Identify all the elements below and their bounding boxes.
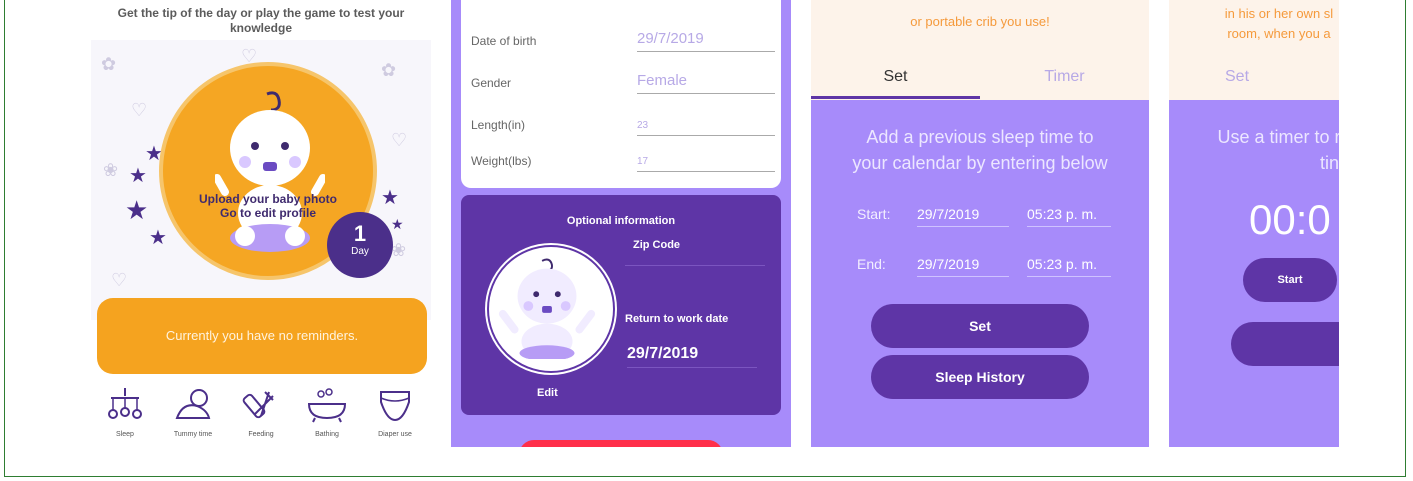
baby-info-card: Date of birth 29/7/2019 Gender Female Le…	[461, 0, 781, 188]
set-button[interactable]: Set	[871, 304, 1089, 348]
return-to-work-label: Return to work date	[625, 313, 729, 325]
field-label: Date of birth	[471, 34, 537, 48]
nav-tummy-time[interactable]: Tummy time	[163, 386, 223, 439]
tab-set[interactable]: Set	[1225, 68, 1249, 86]
sleep-history-button[interactable]: Sleep History	[871, 355, 1089, 399]
nav-label: Tummy time	[173, 431, 213, 438]
field-value[interactable]: 17	[637, 156, 775, 172]
star-icon: ★	[129, 165, 147, 187]
timer-instruction: Use a timer to r tin	[1169, 124, 1339, 176]
nav-diaper[interactable]: Diaper use	[365, 386, 425, 439]
nav-label: Feeding	[248, 431, 274, 438]
start-timer-button[interactable]: Start	[1243, 258, 1337, 302]
instruction-line-2: tin	[1319, 153, 1339, 173]
start-label: Start:	[857, 206, 891, 222]
heart-icon: ♡	[111, 270, 128, 290]
return-to-work-date[interactable]: 29/7/2019	[627, 345, 757, 368]
top-message-area: in his or her own sl room, when you a	[1169, 0, 1339, 58]
field-label: Weight(lbs)	[471, 154, 532, 168]
bathtub-icon	[307, 388, 347, 423]
field-label: Gender	[471, 76, 512, 90]
end-time-input[interactable]: 05:23 p. m.	[1027, 256, 1111, 277]
start-date-input[interactable]: 29/7/2019	[917, 206, 1009, 227]
field-value[interactable]: 29/7/2019	[637, 30, 775, 52]
tab-set[interactable]: Set	[811, 68, 980, 86]
flower-icon: ❀	[391, 240, 407, 260]
home-screen: Get the tip of the day or play the game …	[91, 0, 431, 447]
field-value[interactable]: Female	[637, 72, 775, 94]
bottle-icon: ♡	[131, 100, 148, 120]
sleep-instruction: Add a previous sleep time to your calend…	[811, 124, 1149, 176]
top-message-text: or portable crib you use!	[910, 14, 1050, 29]
nav-label: Sleep	[116, 431, 134, 438]
reminders-card[interactable]: Currently you have no reminders.	[97, 298, 427, 374]
field-length[interactable]: Length(in) 23	[471, 118, 775, 148]
active-tab-indicator	[811, 96, 980, 99]
upload-line-1: Upload your baby photo	[199, 192, 337, 206]
star-icon: ★	[149, 227, 167, 249]
sleep-timer-screen: in his or her own sl room, when you a Se…	[1169, 0, 1339, 447]
tab-timer[interactable]: Timer	[980, 68, 1149, 86]
instruction-line-2: your calendar by entering below	[852, 153, 1108, 173]
timer-display: 00:0	[1249, 196, 1331, 243]
field-label: Length(in)	[471, 118, 526, 132]
optional-info-title: Optional information	[566, 215, 676, 227]
heart-icon: ♡	[391, 130, 408, 150]
baby-crawl-icon	[175, 389, 211, 419]
start-time-input[interactable]: 05:23 p. m.	[1027, 206, 1111, 227]
nav-sleep[interactable]: Sleep	[95, 386, 155, 439]
avatar[interactable]	[489, 247, 613, 371]
zip-code-input[interactable]	[625, 265, 765, 266]
optional-info-card: Optional information Zip Code Return to	[461, 195, 781, 415]
field-date-of-birth[interactable]: Date of birth 29/7/2019	[471, 30, 775, 64]
edit-photo-link[interactable]: Edit	[537, 387, 558, 399]
instruction-line-1: Add a previous sleep time to	[866, 127, 1094, 147]
nav-bathing[interactable]: Bathing	[297, 386, 357, 439]
secondary-timer-button[interactable]	[1231, 322, 1339, 366]
tip-of-day-text[interactable]: Get the tip of the day or play the game …	[91, 6, 431, 36]
rattle-icon: ✿	[381, 60, 397, 80]
flower-icon: ❀	[103, 160, 119, 180]
day-counter-badge: 1 Day	[327, 212, 393, 278]
red-action-button[interactable]	[519, 440, 723, 447]
tab-bar: Set Timer	[811, 58, 1149, 100]
bottle-icon	[242, 391, 274, 419]
field-gender[interactable]: Gender Female	[471, 72, 775, 106]
nav-label: Bathing	[315, 431, 339, 438]
tab-bar: Set	[1169, 58, 1339, 100]
nav-label: Diaper use	[378, 431, 412, 438]
zip-code-label: Zip Code	[633, 239, 681, 251]
top-message-line-1: in his or her own sl	[1224, 6, 1334, 21]
field-value[interactable]: 23	[637, 120, 775, 136]
star-icon: ★	[125, 195, 149, 225]
baby-avatar-icon	[498, 258, 596, 361]
end-label: End:	[857, 256, 886, 272]
sleep-set-screen: or portable crib you use! Set Timer Add …	[811, 0, 1149, 447]
mobile-icon	[108, 388, 142, 419]
upload-photo-label: Upload your baby photo Go to edit profil…	[163, 192, 373, 220]
day-number: 1	[353, 221, 367, 246]
top-message-line-2: room, when you a	[1227, 26, 1331, 41]
rattle-icon: ✿	[101, 54, 117, 74]
profile-screen: Date of birth 29/7/2019 Gender Female Le…	[451, 0, 791, 447]
cut-off-line	[811, 0, 1149, 12]
field-weight[interactable]: Weight(lbs) 17	[471, 154, 775, 184]
top-message: or portable crib you use!	[811, 0, 1149, 32]
day-label: Day	[351, 246, 369, 257]
top-message: in his or her own sl room, when you a	[1169, 4, 1339, 44]
screenshot-frame: Get the tip of the day or play the game …	[4, 0, 1406, 477]
nav-feeding[interactable]: Feeding	[231, 386, 291, 439]
top-message-area: or portable crib you use!	[811, 0, 1149, 58]
instruction-line-1: Use a timer to r	[1217, 127, 1339, 147]
baby-illustration-icon	[215, 91, 325, 252]
star-icon: ★	[381, 187, 399, 209]
end-date-input[interactable]: 29/7/2019	[917, 256, 1009, 277]
diaper-icon	[380, 391, 410, 422]
